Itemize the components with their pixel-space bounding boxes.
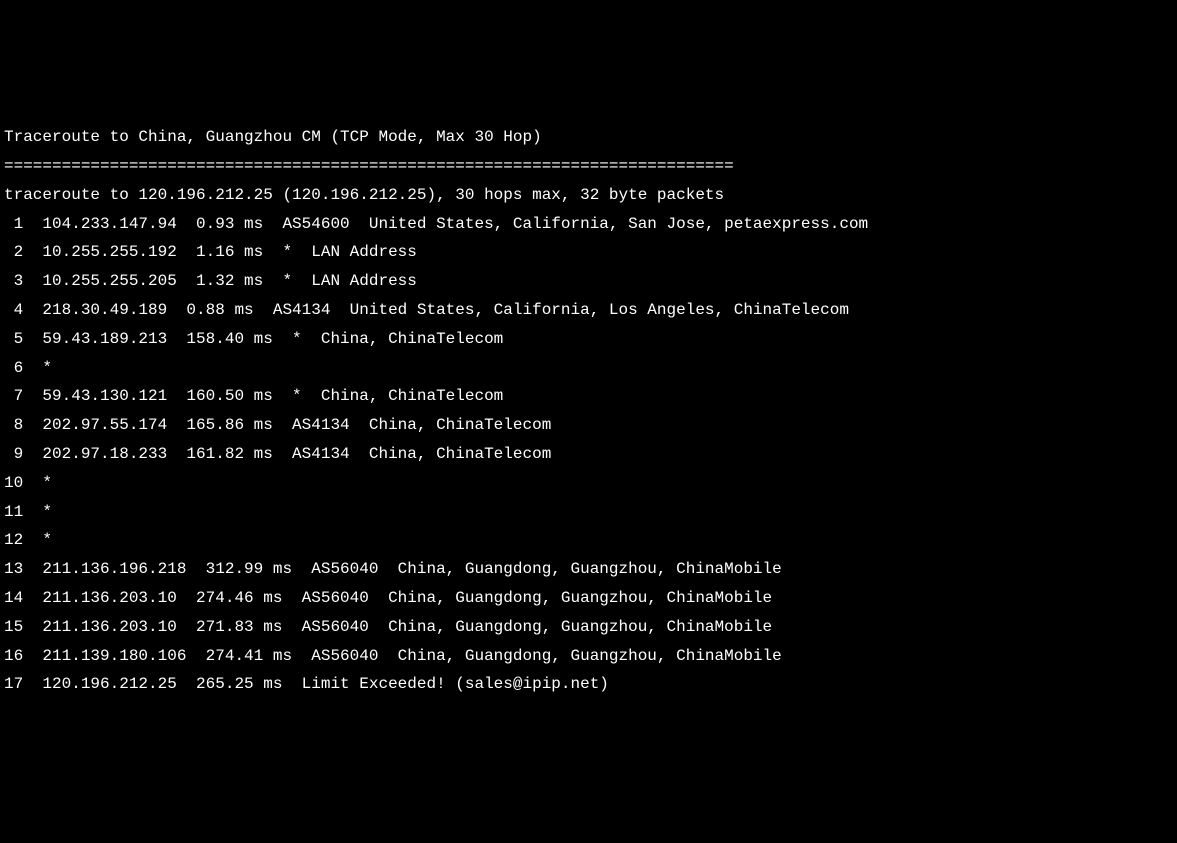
hop-row: 4 218.30.49.189 0.88 ms AS4134 United St… <box>4 296 1173 325</box>
hop-row: 2 10.255.255.192 1.16 ms * LAN Address <box>4 238 1173 267</box>
traceroute-summary: traceroute to 120.196.212.25 (120.196.21… <box>4 181 1173 210</box>
hop-row: 12 * <box>4 526 1173 555</box>
hop-list: 1 104.233.147.94 0.93 ms AS54600 United … <box>4 210 1173 700</box>
hop-row: 11 * <box>4 498 1173 527</box>
hop-row: 7 59.43.130.121 160.50 ms * China, China… <box>4 382 1173 411</box>
hop-row: 14 211.136.203.10 274.46 ms AS56040 Chin… <box>4 584 1173 613</box>
hop-row: 16 211.139.180.106 274.41 ms AS56040 Chi… <box>4 642 1173 671</box>
traceroute-title: Traceroute to China, Guangzhou CM (TCP M… <box>4 123 1173 152</box>
hop-row: 13 211.136.196.218 312.99 ms AS56040 Chi… <box>4 555 1173 584</box>
hop-row: 9 202.97.18.233 161.82 ms AS4134 China, … <box>4 440 1173 469</box>
hop-row: 5 59.43.189.213 158.40 ms * China, China… <box>4 325 1173 354</box>
hop-row: 17 120.196.212.25 265.25 ms Limit Exceed… <box>4 670 1173 699</box>
separator-line: ========================================… <box>4 152 1173 181</box>
hop-row: 10 * <box>4 469 1173 498</box>
hop-row: 6 * <box>4 354 1173 383</box>
hop-row: 3 10.255.255.205 1.32 ms * LAN Address <box>4 267 1173 296</box>
hop-row: 15 211.136.203.10 271.83 ms AS56040 Chin… <box>4 613 1173 642</box>
hop-row: 8 202.97.55.174 165.86 ms AS4134 China, … <box>4 411 1173 440</box>
hop-row: 1 104.233.147.94 0.93 ms AS54600 United … <box>4 210 1173 239</box>
